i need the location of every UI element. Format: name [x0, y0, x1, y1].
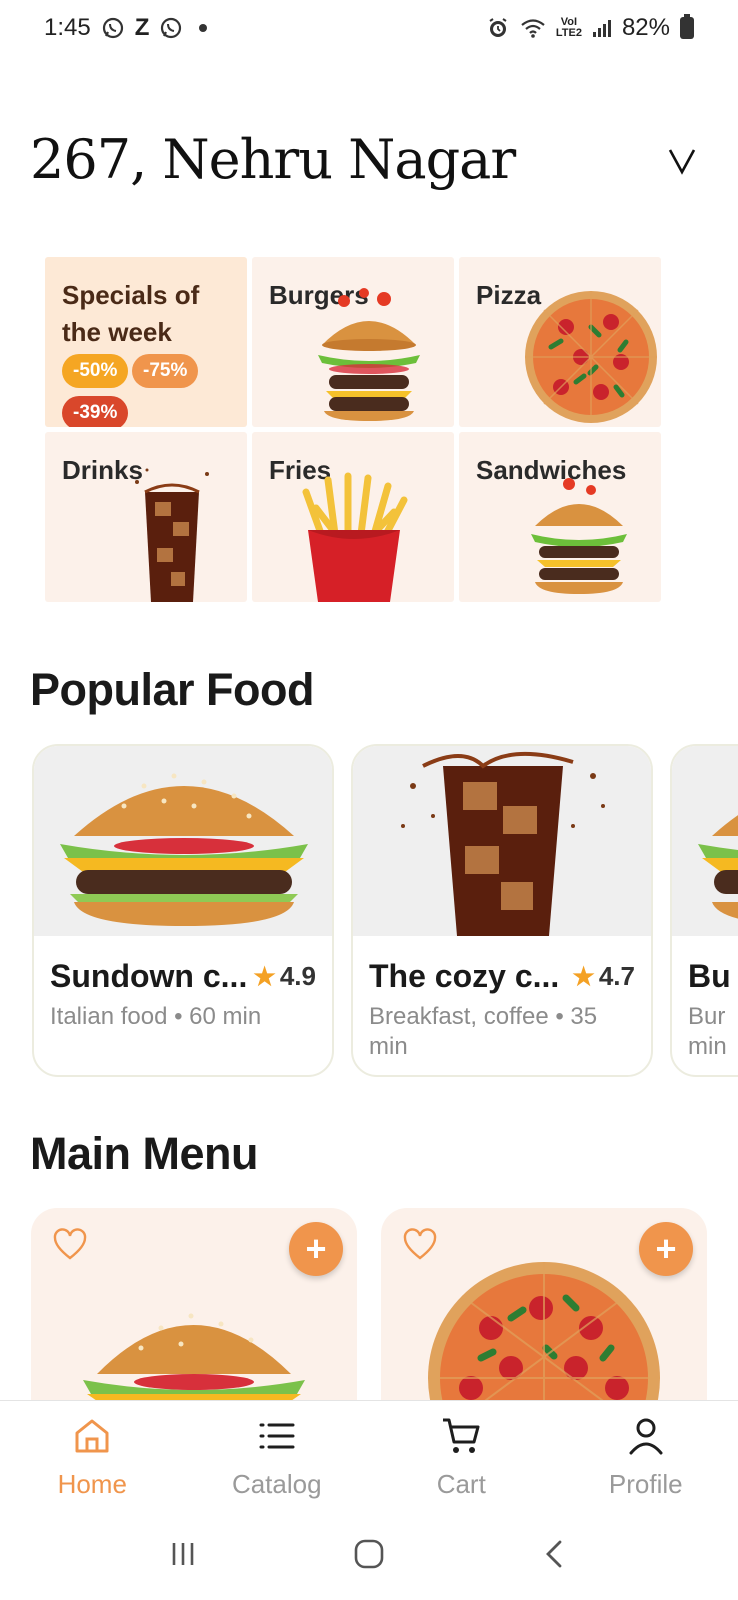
burger-icon — [318, 288, 420, 421]
nav-cart[interactable]: Cart — [369, 1401, 554, 1508]
nav-label: Profile — [608, 1469, 683, 1499]
popular-card[interactable]: The cozy c... ★ 4.7 Breakfast, coffee • … — [351, 744, 653, 1077]
cart-icon — [443, 1418, 480, 1453]
category-tile-fries[interactable]: Fries — [252, 432, 454, 602]
z-icon: Z — [134, 14, 150, 41]
pizza-icon — [428, 1262, 660, 1408]
food-image — [353, 746, 651, 936]
category-tile-drinks[interactable]: Drinks — [45, 432, 247, 602]
status-left: 1:45 Z — [44, 14, 208, 42]
rating-value: 4.7 — [598, 961, 635, 991]
lte-icon: VoI LTE2 — [555, 16, 582, 39]
status-bar: 1:45 Z VoI LTE2 82% — [0, 0, 738, 56]
nav-profile[interactable]: Profile — [554, 1401, 738, 1508]
sandwich-icon — [531, 478, 627, 594]
rating: ★ 4.7 — [572, 961, 635, 992]
popular-card[interactable]: Sundown c... ★ 4.9 Italian food • 60 min — [32, 744, 334, 1077]
status-time: 1:45 — [44, 14, 91, 41]
category-tile-sandwiches[interactable]: Sandwiches — [459, 432, 661, 602]
food-image — [34, 746, 332, 936]
restaurant-subtitle: Italian food • 60 min — [50, 1003, 262, 1030]
category-tile-burgers[interactable]: Burgers — [252, 257, 454, 427]
recent-apps-icon[interactable] — [158, 1529, 208, 1579]
category-grid: Specials of the week -50% -75% -39% Burg… — [45, 257, 677, 602]
location-title[interactable]: 267, Nehru Nagar — [30, 128, 516, 191]
card-title-row: Bu — [688, 958, 738, 995]
whatsapp-icon — [159, 16, 183, 40]
nav-home[interactable]: Home — [0, 1401, 185, 1508]
burger-icon — [698, 815, 738, 919]
card-title-row: Sundown c... ★ 4.9 — [50, 958, 316, 995]
chevron-down-icon[interactable] — [662, 140, 702, 180]
popular-food-title: Popular Food — [30, 664, 314, 715]
star-icon: ★ — [572, 962, 595, 991]
drink-icon — [401, 752, 605, 936]
profile-icon — [629, 1418, 663, 1455]
network-label: LTE2 — [555, 27, 582, 39]
whatsapp-icon — [101, 16, 125, 40]
discount-badge: -75% — [132, 354, 199, 388]
notification-dot-icon — [199, 24, 208, 32]
home-icon — [75, 1419, 109, 1453]
burger-icon — [60, 773, 308, 926]
restaurant-name: Sundown c... — [50, 958, 248, 994]
back-icon[interactable] — [530, 1529, 580, 1579]
rating-value: 4.9 — [279, 961, 316, 991]
category-tile-specials[interactable]: Specials of the week -50% -75% -39% — [45, 257, 247, 427]
card-title-row: The cozy c... ★ 4.7 — [369, 958, 635, 995]
menu-card[interactable]: + — [381, 1208, 707, 1408]
drink-icon — [135, 468, 209, 602]
star-icon: ★ — [253, 962, 276, 991]
food-image — [672, 746, 738, 936]
bottom-nav: Home Catalog Cart Profile — [0, 1400, 738, 1508]
heart-icon[interactable] — [53, 1228, 87, 1262]
list-icon — [259, 1423, 295, 1449]
discount-badge: -39% — [62, 396, 129, 427]
system-nav-bar — [0, 1508, 738, 1600]
signal-icon — [592, 18, 612, 38]
popular-carousel[interactable]: Sundown c... ★ 4.9 Italian food • 60 min… — [32, 744, 738, 1079]
pizza-icon — [525, 291, 657, 423]
plus-icon: + — [305, 1228, 327, 1269]
nav-label: Cart — [436, 1469, 486, 1499]
restaurant-subtitle: Breakfast, coffee • 35 min — [369, 1003, 598, 1060]
wifi-icon — [520, 17, 546, 39]
popular-card[interactable]: Bu Bur min — [670, 744, 738, 1077]
battery-percent: 82% — [621, 14, 670, 41]
nav-label: Catalog — [231, 1469, 322, 1499]
nav-label: Home — [57, 1469, 127, 1499]
status-right: VoI LTE2 82% — [486, 14, 694, 42]
restaurant-subtitle: Bur min — [688, 1003, 727, 1060]
category-label: Specials of the week — [62, 280, 200, 347]
nav-catalog[interactable]: Catalog — [185, 1401, 370, 1508]
main-menu-title: Main Menu — [30, 1128, 259, 1179]
discount-badge: -50% — [62, 354, 129, 388]
home-button-icon[interactable] — [344, 1529, 394, 1579]
restaurant-name: The cozy c... — [369, 958, 560, 994]
restaurant-name: Bu — [688, 958, 731, 994]
category-tile-pizza[interactable]: Pizza — [459, 257, 661, 427]
alarm-icon — [486, 16, 510, 40]
menu-card[interactable]: + — [31, 1208, 357, 1408]
battery-icon — [680, 14, 694, 39]
rating: ★ 4.9 — [253, 961, 316, 992]
burger-icon — [83, 1313, 305, 1408]
fries-icon — [302, 472, 408, 602]
